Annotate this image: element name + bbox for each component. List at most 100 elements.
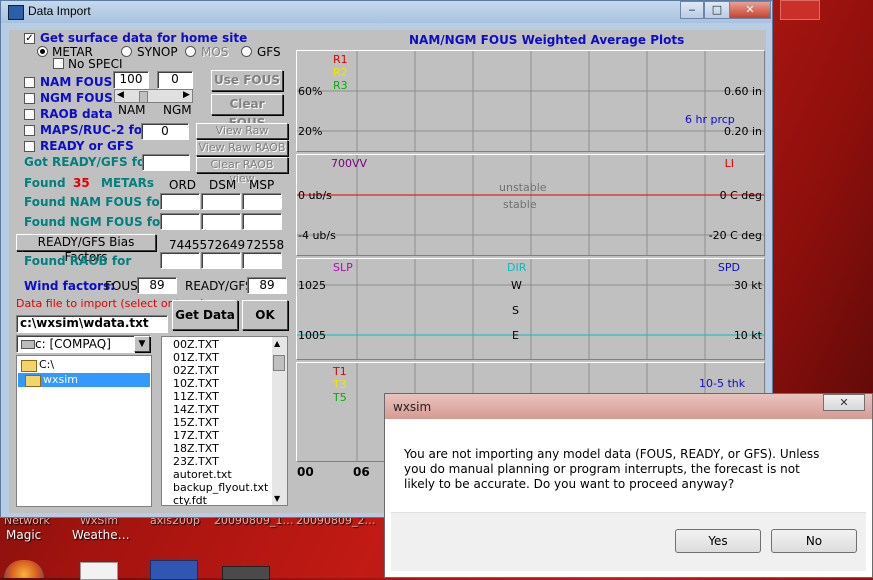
minimize-button[interactable]: ‒ <box>680 1 704 19</box>
slider-left-arrow[interactable]: ◀ <box>117 90 124 100</box>
file-list[interactable]: 00Z.TXT 01Z.TXT 02Z.TXT 10Z.TXT 11Z.TXT 14Z.T… <box>161 336 288 506</box>
slider-right-arrow[interactable]: ▶ <box>183 90 190 100</box>
col-msp: MSP <box>249 178 275 192</box>
yes-button[interactable]: Yes <box>675 529 761 553</box>
stable-label: stable <box>503 198 537 211</box>
raob-msp-field[interactable] <box>242 252 282 269</box>
file-item[interactable]: 10Z.TXT <box>173 377 219 390</box>
file-item[interactable]: backup_flyout.txt <box>173 481 268 494</box>
r3-label: R3 <box>333 79 348 92</box>
precip-grid <box>297 51 764 151</box>
t3-label: T3 <box>333 378 347 391</box>
firefox-icon[interactable] <box>4 560 44 578</box>
ngm-weight-field[interactable]: 0 <box>157 71 193 89</box>
folder-item[interactable]: C:\ <box>39 358 54 371</box>
use-fous-button[interactable]: Use FOUS <box>211 70 283 91</box>
file-item[interactable]: 14Z.TXT <box>173 403 219 416</box>
dialog-title-bar[interactable]: wxsim ✕ <box>385 394 872 419</box>
found-ngm-label: Found NGM FOUS for <box>24 215 167 229</box>
t5-label: T5 <box>333 391 347 404</box>
left-top-label: 60% <box>298 85 323 98</box>
left-bottom-label: -4 ub/s <box>298 229 336 242</box>
drive-select[interactable]: c: [COMPAQ] <box>16 335 151 353</box>
station-id-3: 72558 <box>246 238 285 252</box>
slider-thumb[interactable] <box>139 91 148 103</box>
metar-radio[interactable] <box>37 46 48 57</box>
ngm-ord-field[interactable] <box>160 213 200 230</box>
precip-note: 6 hr prcp <box>685 113 735 126</box>
clear-raob-view-button[interactable]: Clear RAOB view <box>196 157 288 185</box>
no-button[interactable]: No <box>771 529 857 553</box>
drive-dropdown-button[interactable]: ▼ <box>134 336 150 352</box>
file-list-scrollbar[interactable]: ▲ ▼ <box>272 337 287 505</box>
folder-list[interactable]: C:\ wxsim <box>16 355 152 507</box>
desktop-label-weather[interactable]: Weathe… <box>72 528 130 542</box>
raob-ord-field[interactable] <box>160 252 200 269</box>
nam-dsm-field[interactable] <box>201 193 241 210</box>
clear-fous-button[interactable]: Clear FOUS <box>211 94 283 130</box>
got-ready-label: Got READY/GFS for <box>24 155 152 169</box>
file-item[interactable]: 02Z.TXT <box>173 364 219 377</box>
vv-plot: 700VV LI unstable stable 0 ub/s -4 ub/s … <box>296 154 765 256</box>
nam-fous-checkbox[interactable] <box>24 77 35 88</box>
file-item[interactable]: 11Z.TXT <box>173 390 219 403</box>
nam-msp-field[interactable] <box>242 193 282 210</box>
file-item[interactable]: cty.fdt <box>173 494 207 505</box>
weight-slider[interactable]: ◀ ▶ <box>114 89 193 103</box>
desktop-label-magic[interactable]: Magic <box>6 528 41 542</box>
gfs-radio[interactable] <box>241 46 252 57</box>
view-raw-raob-button[interactable]: View Raw RAOB <box>196 140 288 156</box>
get-data-button[interactable]: Get Data <box>172 300 238 330</box>
file-item[interactable]: 15Z.TXT <box>173 416 219 429</box>
document-icon[interactable] <box>80 562 118 580</box>
title-bar[interactable]: Data Import ‒ □ ✕ <box>1 1 772 23</box>
left-bottom-label: 1005 <box>298 329 326 342</box>
close-button[interactable]: ✕ <box>729 1 771 19</box>
surface-data-label: Get surface data for home site <box>40 31 248 45</box>
file-item[interactable]: 00Z.TXT <box>173 338 219 351</box>
raob-checkbox[interactable] <box>24 109 35 120</box>
mos-radio[interactable] <box>185 46 196 57</box>
got-ready-field[interactable] <box>142 154 190 171</box>
col-ord: ORD <box>169 178 197 192</box>
ngm-msp-field[interactable] <box>242 213 282 230</box>
file-item[interactable]: 23Z.TXT <box>173 455 219 468</box>
ok-button[interactable]: OK <box>242 300 288 330</box>
window-title: Data Import <box>28 4 91 18</box>
nam-weight-field[interactable]: 100 <box>113 71 149 89</box>
file-item[interactable]: 17Z.TXT <box>173 429 219 442</box>
file-item[interactable]: 01Z.TXT <box>173 351 219 364</box>
folder-item[interactable]: wxsim <box>43 373 78 386</box>
no-speci-checkbox[interactable] <box>53 58 64 69</box>
found-label: Found <box>24 176 66 190</box>
mos-label: MOS <box>201 45 229 59</box>
wxsim-dialog: wxsim ✕ You are not importing any model … <box>384 393 873 578</box>
app-icon[interactable] <box>150 560 198 580</box>
view-raw-surface-button[interactable]: View Raw Surface <box>196 123 288 151</box>
wind-fous-field[interactable]: 89 <box>137 277 177 294</box>
synop-radio[interactable] <box>121 46 132 57</box>
spd-label: SPD <box>717 261 740 274</box>
scroll-down-button[interactable]: ▼ <box>274 494 280 503</box>
left-bottom-label: 20% <box>298 125 323 138</box>
ngm-dsm-field[interactable] <box>201 213 241 230</box>
file-path-input[interactable]: c:\wxsim\wdata.txt <box>16 315 168 333</box>
file-item[interactable]: 18Z.TXT <box>173 442 219 455</box>
surface-data-checkbox[interactable]: ✓ <box>24 33 35 44</box>
scroll-thumb[interactable] <box>273 355 285 371</box>
maximize-button[interactable]: □ <box>704 1 730 19</box>
dialog-close-button[interactable]: ✕ <box>823 394 865 411</box>
wind-factors-label: Wind factors: <box>24 279 115 293</box>
wind-ready-field[interactable]: 89 <box>247 277 287 294</box>
maps-hours-field[interactable]: 0 <box>141 123 189 140</box>
bias-factors-button[interactable]: READY/GFS Bias Factors <box>16 234 156 264</box>
ngm-fous-checkbox[interactable] <box>24 93 35 104</box>
raob-dsm-field[interactable] <box>201 252 241 269</box>
scroll-up-button[interactable]: ▲ <box>274 339 280 348</box>
li-label: LI <box>724 157 734 170</box>
file-item[interactable]: autoret.txt <box>173 468 232 481</box>
wind-ready-label: READY/GFS <box>185 279 253 293</box>
maps-checkbox[interactable] <box>24 125 35 136</box>
nam-ord-field[interactable] <box>160 193 200 210</box>
ready-gfs-checkbox[interactable] <box>24 141 35 152</box>
